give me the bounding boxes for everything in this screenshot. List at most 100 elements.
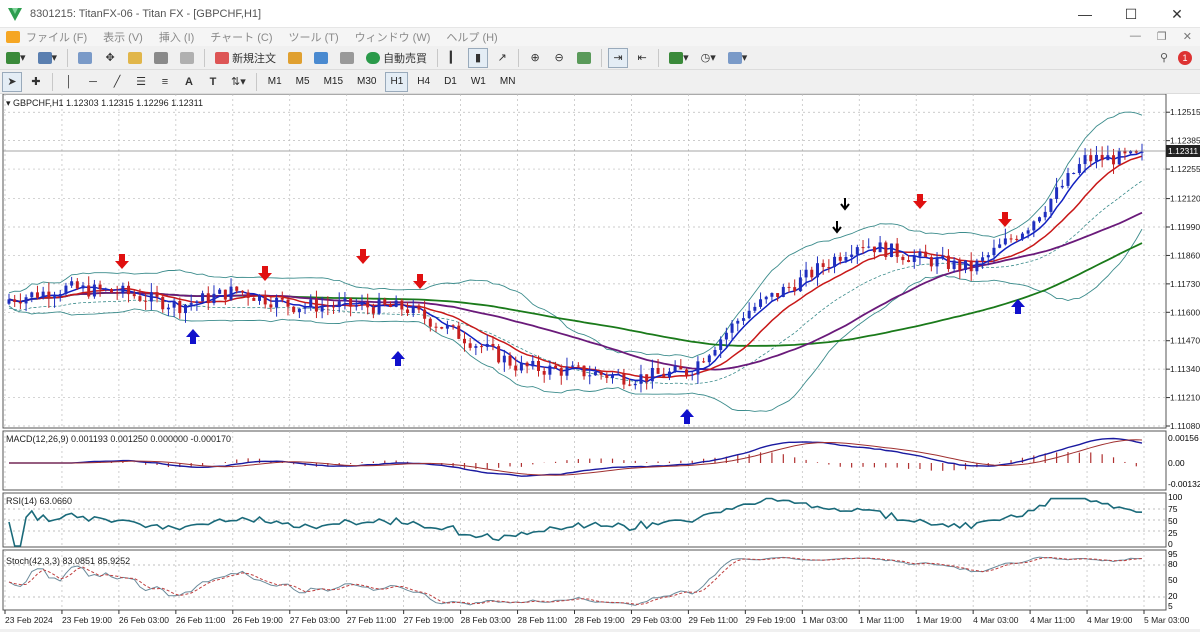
candle-body xyxy=(417,305,421,310)
child-restore-button[interactable]: ❐ xyxy=(1157,30,1167,43)
candle-body xyxy=(411,305,415,314)
candle-body xyxy=(656,367,660,374)
horizontal-line-button[interactable]: ─ xyxy=(83,72,103,92)
candle-body xyxy=(531,360,535,367)
candle-body xyxy=(240,290,244,293)
tile-windows-button[interactable] xyxy=(573,48,595,68)
timeframe-m15-button[interactable]: M15 xyxy=(319,72,348,92)
new-order-button[interactable]: 新規注文 xyxy=(211,48,280,68)
menu-tools[interactable]: ツール (T) xyxy=(289,29,339,45)
candle-body xyxy=(383,299,387,305)
equidistant-channel-button[interactable]: ☰ xyxy=(131,72,151,92)
candle-body xyxy=(138,296,142,301)
drawing-toolbar: ➤ ✚ │ ─ ╱ ☰ ≡ A T ⇅ ▾ M1 M5 M15 M30 H1 H4 D1 W1 M… xyxy=(0,70,1200,94)
child-close-button[interactable]: ✕ xyxy=(1183,30,1192,43)
candle-body xyxy=(70,281,74,286)
data-window-button[interactable]: ✥ xyxy=(100,48,120,68)
time-tick-label: 4 Mar 03:00 xyxy=(973,615,1019,625)
candle-body xyxy=(75,281,79,289)
chart-shift-button[interactable]: ⇤ xyxy=(632,48,652,68)
navigator-button[interactable] xyxy=(124,48,146,68)
candle-body xyxy=(599,371,603,375)
text-label-button[interactable]: T xyxy=(203,72,223,92)
titanfx-logo-icon xyxy=(8,7,22,21)
timeframe-mn-button[interactable]: MN xyxy=(495,72,521,92)
terminal-button[interactable] xyxy=(150,48,172,68)
zoom-out-button[interactable]: ⊖ xyxy=(549,48,569,68)
candle-body xyxy=(320,305,324,312)
candle-body xyxy=(406,309,410,314)
menu-help[interactable]: ヘルプ (H) xyxy=(446,29,497,45)
candle-body xyxy=(394,300,398,307)
candle-body xyxy=(593,371,597,376)
candle-body xyxy=(35,292,39,298)
auto-scroll-button[interactable]: ⇥ xyxy=(608,47,629,68)
candle-body xyxy=(770,293,774,297)
chart-canvas[interactable]: 1.12515 1.12385 1.12255 1.12120 1.11990 1.118… xyxy=(0,93,1200,629)
bar-chart-button[interactable]: ▎ xyxy=(444,48,464,68)
candle-body xyxy=(7,299,11,304)
menu-view[interactable]: 表示 (V) xyxy=(103,29,143,45)
maximize-button[interactable]: ☐ xyxy=(1108,0,1154,28)
cursor-button[interactable]: ➤ xyxy=(2,71,22,92)
templates-button[interactable]: ▾ xyxy=(724,48,752,68)
candle-body xyxy=(998,244,1002,248)
notifications-icon[interactable]: 1 xyxy=(1178,50,1192,65)
timeframe-m1-button[interactable]: M1 xyxy=(263,72,287,92)
candle-body xyxy=(844,256,848,261)
vertical-line-button[interactable]: │ xyxy=(59,72,79,92)
arrows-button[interactable]: ⇅ ▾ xyxy=(227,72,250,92)
candle-body xyxy=(650,367,654,382)
candle-body xyxy=(218,289,222,294)
zoom-in-button[interactable]: ⊕ xyxy=(525,48,545,68)
candle-body xyxy=(833,256,837,267)
candle-body xyxy=(451,325,455,327)
menu-insert[interactable]: 挿入 (I) xyxy=(159,29,194,45)
candle-body xyxy=(639,374,643,384)
close-button[interactable]: ✕ xyxy=(1154,0,1200,28)
candle-body xyxy=(685,369,689,376)
candlestick-button[interactable]: ▮ xyxy=(468,47,489,68)
signals-button[interactable] xyxy=(336,48,358,68)
chart-window[interactable]: 1.12515 1.12385 1.12255 1.12120 1.11990 1.118… xyxy=(0,93,1200,629)
candle-body xyxy=(371,307,375,314)
candle-body xyxy=(588,375,592,377)
timeframe-d1-button[interactable]: D1 xyxy=(439,72,462,92)
market-watch-button[interactable] xyxy=(74,48,96,68)
community-button[interactable] xyxy=(310,48,332,68)
timeframe-h1-button[interactable]: H1 xyxy=(385,71,409,92)
new-chart-button[interactable]: ▾ xyxy=(2,48,30,68)
minimize-button[interactable]: — xyxy=(1062,0,1108,28)
candle-body xyxy=(730,323,734,333)
indicators-button[interactable]: ▾ xyxy=(665,48,693,68)
auto-trading-button[interactable]: 自動売買 xyxy=(362,48,431,68)
candle-body xyxy=(423,309,427,319)
candle-body xyxy=(867,246,871,248)
trendline-button[interactable]: ╱ xyxy=(107,72,127,92)
child-minimize-button[interactable]: — xyxy=(1130,30,1141,43)
meta-editor-button[interactable] xyxy=(284,48,306,68)
timeframe-h4-button[interactable]: H4 xyxy=(412,72,435,92)
menu-chart[interactable]: チャート (C) xyxy=(210,29,272,45)
candle-body xyxy=(309,299,313,307)
timeframe-m5-button[interactable]: M5 xyxy=(291,72,315,92)
candle-body xyxy=(1066,173,1070,186)
timeframe-w1-button[interactable]: W1 xyxy=(466,72,491,92)
crosshair-button[interactable]: ✚ xyxy=(26,72,46,92)
strategy-tester-button[interactable] xyxy=(176,48,198,68)
candle-body xyxy=(81,285,85,289)
periods-button[interactable]: ◷ ▾ xyxy=(697,48,720,68)
profiles-button[interactable]: ▾ xyxy=(34,48,62,68)
menu-window[interactable]: ウィンドウ (W) xyxy=(355,29,431,45)
time-tick-label: 27 Feb 19:00 xyxy=(404,615,454,625)
price-tick-label: 1.11080 xyxy=(1170,421,1200,431)
fibonacci-button[interactable]: ≡ xyxy=(155,72,175,92)
candle-body xyxy=(628,384,632,386)
candle-body xyxy=(332,306,336,308)
timeframe-m30-button[interactable]: M30 xyxy=(352,72,381,92)
candle-body xyxy=(201,293,205,302)
menu-file[interactable]: ファイル (F) xyxy=(26,29,87,45)
text-button[interactable]: A xyxy=(179,72,199,92)
search-icon[interactable]: ⚲ xyxy=(1160,51,1168,64)
line-chart-button[interactable]: ↗ xyxy=(492,48,512,68)
